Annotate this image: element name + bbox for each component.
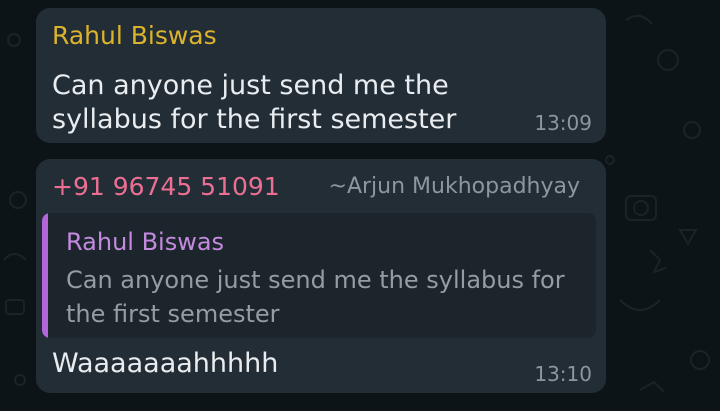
message-sender-push-name: ~Arjun Mukhopadhyay (328, 174, 580, 199)
message-bubble-incoming-reply[interactable]: +91 96745 51091 ~Arjun Mukhopadhyay Rahu… (36, 159, 606, 393)
message-timestamp: 13:09 (534, 111, 592, 135)
quoted-message-text: Can anyone just send me the syllabus for… (66, 266, 565, 328)
quote-accent-bar (42, 213, 48, 338)
message-timestamp: 13:10 (534, 362, 592, 386)
message-sender-phone[interactable]: +91 96745 51091 (52, 172, 280, 202)
message-sender-name[interactable]: Rahul Biswas (52, 21, 217, 51)
message-bubble-incoming[interactable]: Rahul Biswas Can anyone just send me the… (36, 8, 606, 143)
quoted-sender-name: Rahul Biswas (66, 228, 225, 256)
quoted-message[interactable]: Rahul Biswas Can anyone just send me the… (42, 213, 596, 338)
message-text: Waaaaaaahhhhh (52, 348, 279, 379)
message-text: Can anyone just send me the syllabus for… (52, 70, 457, 135)
